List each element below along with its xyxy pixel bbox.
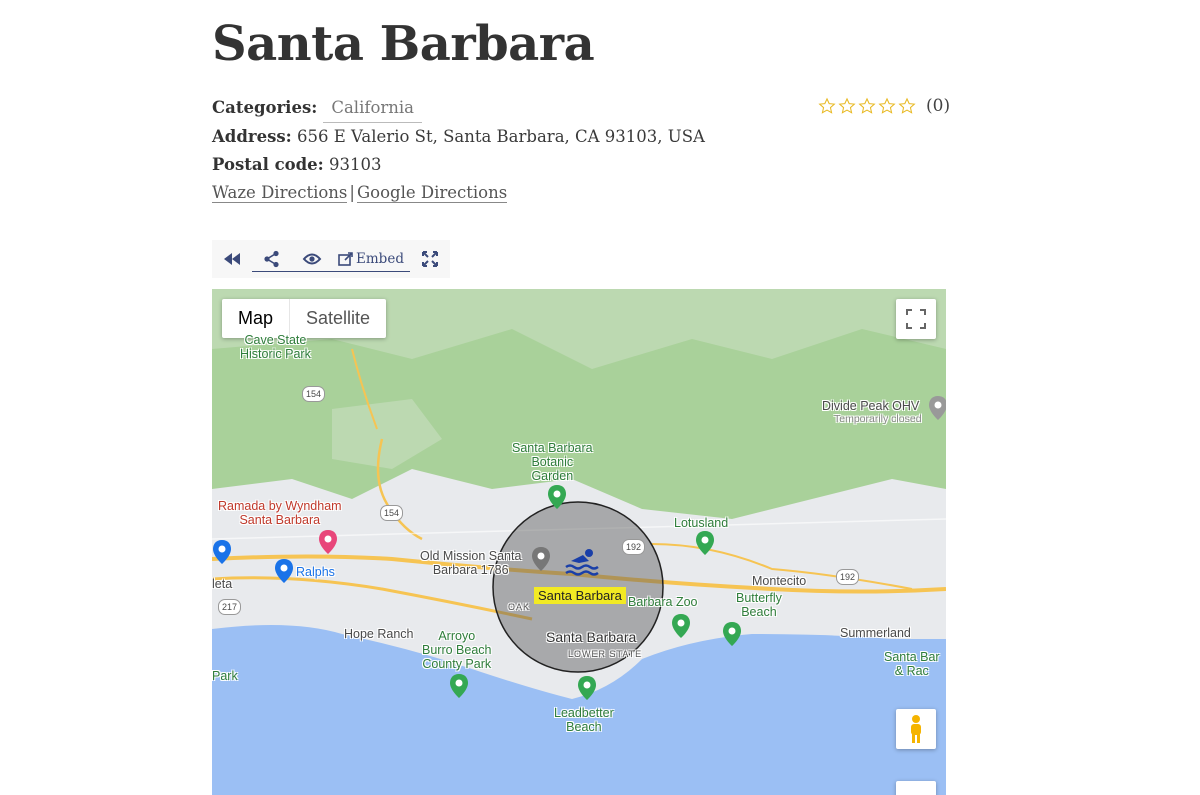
mission-label[interactable]: Old Mission Santa Barbara 1786 bbox=[420, 549, 521, 577]
marker-label[interactable]: Santa Barbara bbox=[534, 587, 626, 604]
park-label[interactable]: Park bbox=[212, 669, 238, 683]
arrows-expand-icon bbox=[422, 251, 438, 267]
ramada-label[interactable]: Ramada by Wyndham Santa Barbara bbox=[218, 499, 342, 527]
embed-label: Embed bbox=[356, 251, 404, 267]
arroyo-label[interactable]: Arroyo Burro Beach County Park bbox=[422, 629, 491, 671]
mission-pin-icon[interactable] bbox=[531, 546, 551, 572]
street-view-button[interactable] bbox=[896, 709, 936, 749]
star-icon[interactable] bbox=[838, 97, 856, 115]
lotusland-label[interactable]: Lotusland bbox=[674, 516, 728, 530]
swimming-icon[interactable] bbox=[565, 547, 599, 577]
pegman-icon bbox=[911, 715, 921, 743]
shopping-pin-icon[interactable] bbox=[274, 558, 294, 584]
cave-label[interactable]: Cave State Historic Park bbox=[240, 333, 311, 361]
montecito-label[interactable]: Montecito bbox=[752, 574, 806, 588]
butterfly-label[interactable]: Butterfly Beach bbox=[736, 591, 782, 619]
route-154-shield: 154 bbox=[380, 505, 404, 521]
lotusland-pin-icon[interactable] bbox=[695, 530, 715, 556]
rating-count: (0) bbox=[926, 96, 951, 116]
eye-icon bbox=[302, 253, 322, 265]
divide-label[interactable]: Divide Peak OHV bbox=[822, 399, 919, 413]
view-button[interactable] bbox=[292, 240, 332, 278]
postal-label: Postal code: bbox=[212, 155, 324, 174]
divide-sub-label: Temporarily closed bbox=[834, 413, 922, 425]
ralphs-label[interactable]: Ralphs bbox=[296, 565, 335, 579]
oak-label: OAK bbox=[508, 602, 531, 612]
summerland-label[interactable]: Summerland bbox=[840, 626, 911, 640]
expand-button[interactable] bbox=[410, 240, 450, 278]
beach-pin-icon[interactable] bbox=[722, 621, 742, 647]
address-label: Address: bbox=[212, 127, 292, 146]
store-pin-icon[interactable] bbox=[212, 539, 232, 565]
zoo-pin-icon[interactable] bbox=[671, 613, 691, 639]
route-192-shield: 192 bbox=[622, 539, 646, 555]
santa-barbara-label[interactable]: Santa Barbara bbox=[546, 630, 636, 644]
fullscreen-icon bbox=[906, 309, 926, 329]
leadbetter-label[interactable]: Leadbetter Beach bbox=[554, 706, 614, 734]
address-row: Address: 656 E Valerio St, Santa Barbara… bbox=[212, 123, 705, 151]
toolbar-underline bbox=[252, 271, 410, 272]
postal-row: Postal code: 93103 bbox=[212, 151, 705, 179]
hotel-pin-icon[interactable] bbox=[318, 529, 338, 555]
star-icon[interactable] bbox=[858, 97, 876, 115]
share-button[interactable] bbox=[252, 240, 292, 278]
categories-label: Categories: bbox=[212, 98, 318, 117]
rewind-icon bbox=[224, 253, 240, 265]
embed-button[interactable]: Embed bbox=[332, 240, 410, 278]
star-rating[interactable]: (0) bbox=[818, 96, 950, 116]
leadbetter-pin-icon[interactable] bbox=[577, 675, 597, 701]
share-icon bbox=[264, 250, 279, 268]
zoom-in-button[interactable] bbox=[896, 781, 936, 795]
sbrac-label[interactable]: Santa Bar & Rac bbox=[884, 650, 940, 678]
botanic-label[interactable]: Santa Barbara Botanic Garden bbox=[512, 441, 593, 483]
star-icon[interactable] bbox=[898, 97, 916, 115]
park-pin-icon[interactable] bbox=[449, 673, 469, 699]
star-icon[interactable] bbox=[818, 97, 836, 115]
waze-directions-link[interactable]: Waze Directions bbox=[212, 183, 348, 203]
directions-row: Waze Directions | Google Directions bbox=[212, 179, 705, 207]
star-icon[interactable] bbox=[878, 97, 896, 115]
google-directions-link[interactable]: Google Directions bbox=[356, 183, 508, 203]
postal-value: 93103 bbox=[329, 155, 382, 174]
place-details: Categories: California Address: 656 E Val… bbox=[212, 94, 705, 207]
route-154-shield: 154 bbox=[302, 386, 326, 402]
route-192-shield: 192 bbox=[836, 569, 860, 585]
hope-ranch-label[interactable]: Hope Ranch bbox=[344, 627, 414, 641]
garden-pin-icon[interactable] bbox=[547, 484, 567, 510]
external-link-icon bbox=[338, 252, 353, 266]
leta-label[interactable]: leta bbox=[212, 577, 232, 591]
lower-state-label: LOWER STATE bbox=[568, 649, 643, 659]
directions-separator: | bbox=[349, 183, 355, 202]
google-map[interactable]: Map Satellite Santa Barbara Cave State Hi… bbox=[212, 289, 946, 795]
categories-row: Categories: California bbox=[212, 94, 705, 123]
page-title: Santa Barbara bbox=[212, 16, 595, 72]
back-button[interactable] bbox=[212, 240, 252, 278]
map-toolbar: Embed bbox=[212, 240, 450, 278]
category-link[interactable]: California bbox=[323, 94, 423, 123]
zoo-label[interactable]: Barbara Zoo bbox=[628, 595, 697, 609]
fullscreen-button[interactable] bbox=[896, 299, 936, 339]
route-217-shield: 217 bbox=[218, 599, 242, 615]
divide-pin-icon[interactable] bbox=[928, 395, 946, 421]
address-value: 656 E Valerio St, Santa Barbara, CA 9310… bbox=[297, 127, 705, 146]
